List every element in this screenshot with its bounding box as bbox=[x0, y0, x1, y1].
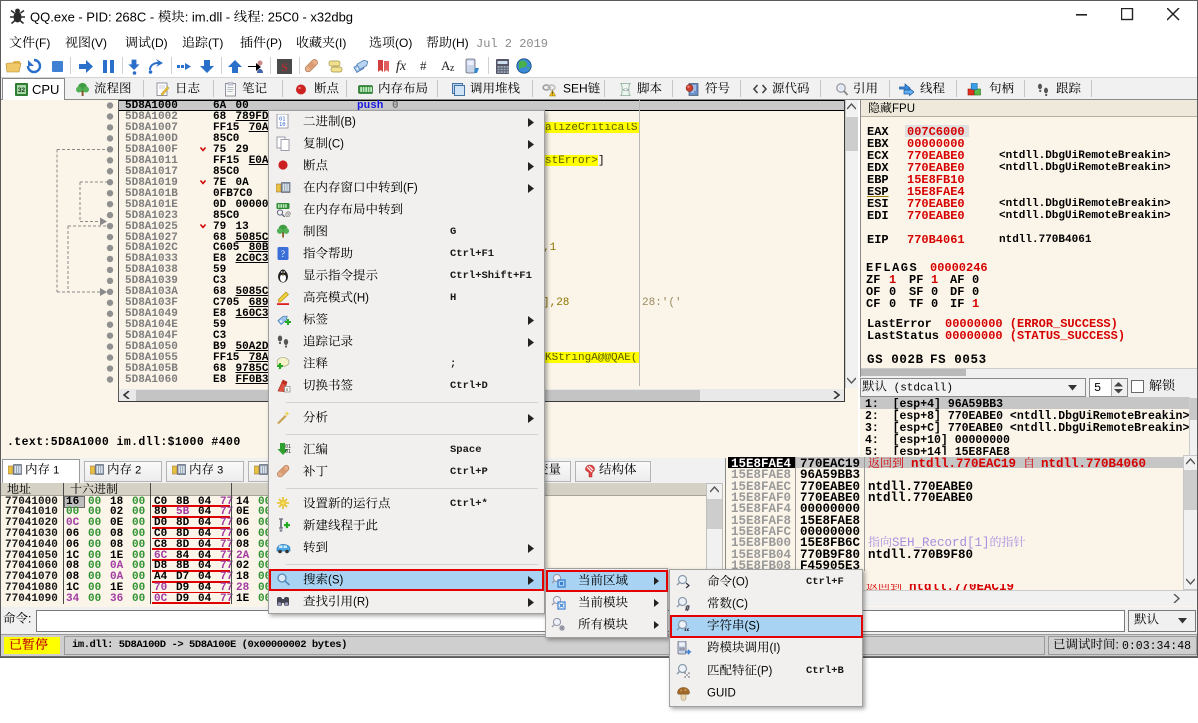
svg-text:(P): (P) bbox=[757, 665, 773, 677]
svg-text::: : bbox=[1116, 638, 1119, 652]
svg-text:im.dll: im.dll bbox=[192, 9, 222, 24]
svg-text:(B): (B) bbox=[341, 116, 357, 128]
svg-text:01: 01 bbox=[285, 449, 291, 455]
svg-text:#: # bbox=[420, 58, 427, 73]
svg-text:(I): (I) bbox=[770, 643, 781, 655]
svg-text:?: ? bbox=[281, 249, 285, 259]
svg-text:(D): (D) bbox=[151, 36, 168, 50]
svg-text:-: - bbox=[78, 9, 82, 24]
svg-text:-: - bbox=[226, 9, 230, 24]
svg-text::: : bbox=[185, 9, 189, 24]
svg-text:(T): (T) bbox=[208, 36, 223, 50]
svg-text:GUID: GUID bbox=[707, 688, 736, 700]
svg-text:(P): (P) bbox=[266, 36, 282, 50]
svg-text:(C): (C) bbox=[732, 598, 748, 610]
svg-text:(S): (S) bbox=[745, 621, 761, 633]
svg-text:QQ.exe: QQ.exe bbox=[30, 9, 75, 24]
svg-text:SEH: SEH bbox=[563, 82, 588, 96]
svg-text:1: 1 bbox=[53, 465, 59, 477]
svg-text:(S): (S) bbox=[328, 574, 344, 586]
svg-text:x32dbg: x32dbg bbox=[310, 9, 353, 24]
svg-text::: : bbox=[28, 612, 31, 626]
svg-text:(V): (V) bbox=[91, 36, 107, 50]
svg-text:(F): (F) bbox=[403, 182, 418, 194]
svg-text:-: - bbox=[303, 9, 307, 24]
svg-text:268C: 268C bbox=[115, 9, 146, 24]
svg-text:(H): (H) bbox=[353, 292, 369, 304]
svg-text:fx: fx bbox=[396, 59, 407, 73]
svg-text:-: - bbox=[150, 9, 154, 24]
svg-text:<>: <> bbox=[623, 88, 629, 94]
svg-text:(stdcall): (stdcall) bbox=[894, 383, 953, 395]
svg-text:FPU: FPU bbox=[892, 103, 915, 115]
svg-text:#: # bbox=[685, 604, 690, 612]
svg-text:@: @ bbox=[285, 212, 291, 217]
svg-text:10: 10 bbox=[279, 122, 286, 128]
svg-text:25C0: 25C0 bbox=[268, 9, 299, 24]
svg-text:(C): (C) bbox=[328, 138, 344, 150]
svg-text:32: 32 bbox=[18, 87, 26, 94]
svg-text:(I): (I) bbox=[335, 36, 346, 50]
svg-text:z: z bbox=[450, 63, 455, 73]
svg-text:(O): (O) bbox=[732, 576, 749, 588]
svg-text:(F): (F) bbox=[35, 36, 50, 50]
svg-text:2: 2 bbox=[135, 465, 141, 477]
svg-text:3: 3 bbox=[217, 465, 223, 477]
svg-text:(O): (O) bbox=[395, 36, 412, 50]
svg-text:(R): (R) bbox=[353, 596, 369, 608]
svg-text:“: “ bbox=[684, 626, 690, 635]
svg-text:PID:: PID: bbox=[86, 9, 111, 24]
svg-text:(H): (H) bbox=[452, 36, 469, 50]
svg-text::: : bbox=[261, 9, 265, 24]
svg-text:S: S bbox=[281, 60, 288, 74]
